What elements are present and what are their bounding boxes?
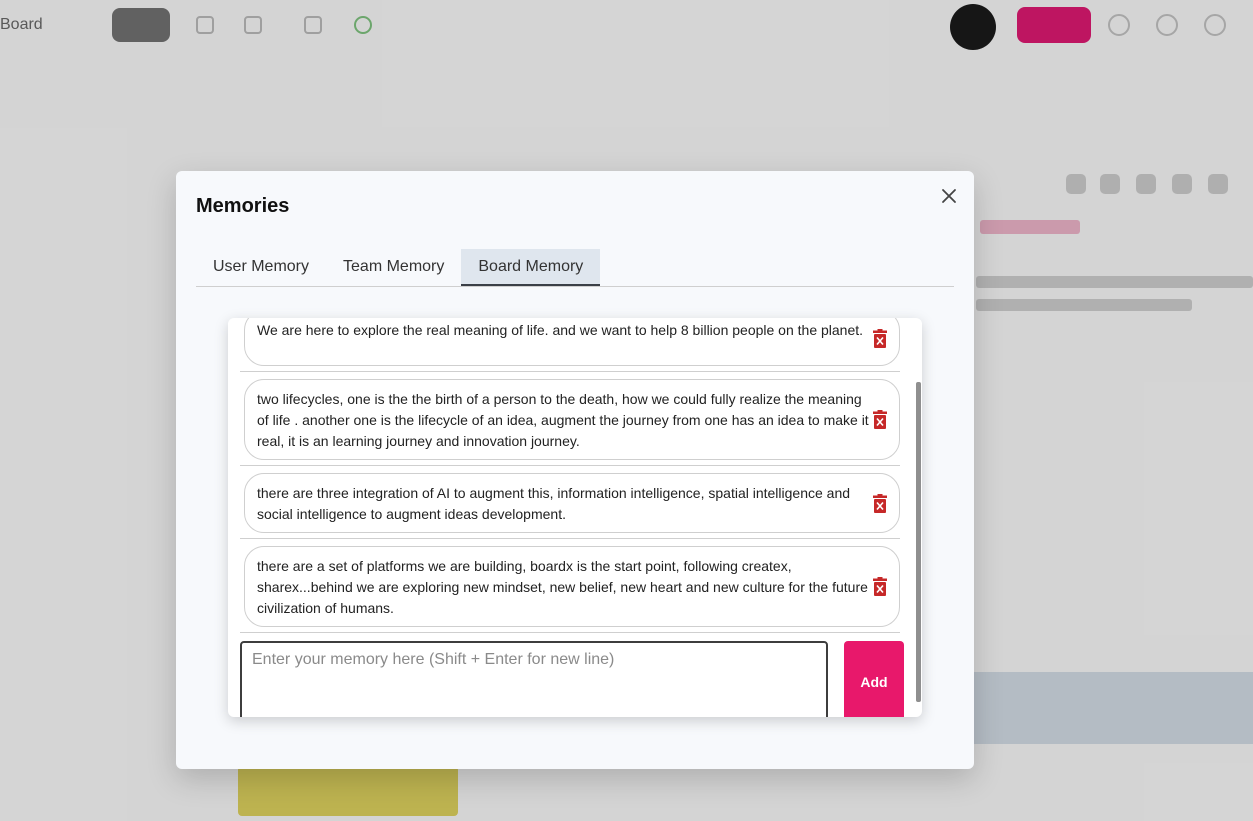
app-page: Board Memories User Memory Team Memory B… xyxy=(0,0,1253,821)
memory-text: We are here to explore the real meaning … xyxy=(257,322,864,338)
memory-text: two lifecycles, one is the the birth of … xyxy=(257,391,869,449)
close-icon[interactable] xyxy=(938,185,960,207)
list-item: two lifecycles, one is the the birth of … xyxy=(240,371,900,466)
scrollbar[interactable] xyxy=(916,382,921,702)
memory-panel: We are here to explore the real meaning … xyxy=(228,318,922,717)
add-memory-button[interactable]: Add xyxy=(844,641,904,717)
trash-icon[interactable] xyxy=(872,494,888,514)
tab-team-memory[interactable]: Team Memory xyxy=(326,249,461,285)
memories-dialog: Memories User Memory Team Memory Board M… xyxy=(176,171,974,769)
memory-tabs: User Memory Team Memory Board Memory xyxy=(196,249,954,287)
memory-input[interactable] xyxy=(240,641,828,717)
memory-card: there are a set of platforms we are buil… xyxy=(244,546,900,627)
list-item: there are a set of platforms we are buil… xyxy=(240,538,900,633)
trash-icon[interactable] xyxy=(872,577,888,597)
memory-card: We are here to explore the real meaning … xyxy=(244,318,900,366)
tab-user-memory[interactable]: User Memory xyxy=(196,249,326,285)
memory-card: two lifecycles, one is the the birth of … xyxy=(244,379,900,460)
memory-text: there are three integration of AI to aug… xyxy=(257,485,851,522)
list-item: We are here to explore the real meaning … xyxy=(240,318,900,372)
memory-card: there are three integration of AI to aug… xyxy=(244,473,900,533)
tab-board-memory[interactable]: Board Memory xyxy=(461,249,601,286)
memory-text: there are a set of platforms we are buil… xyxy=(257,558,868,616)
trash-icon[interactable] xyxy=(872,329,888,349)
trash-icon[interactable] xyxy=(872,410,888,430)
dialog-title: Memories xyxy=(196,195,290,217)
list-item: there are three integration of AI to aug… xyxy=(240,465,900,539)
